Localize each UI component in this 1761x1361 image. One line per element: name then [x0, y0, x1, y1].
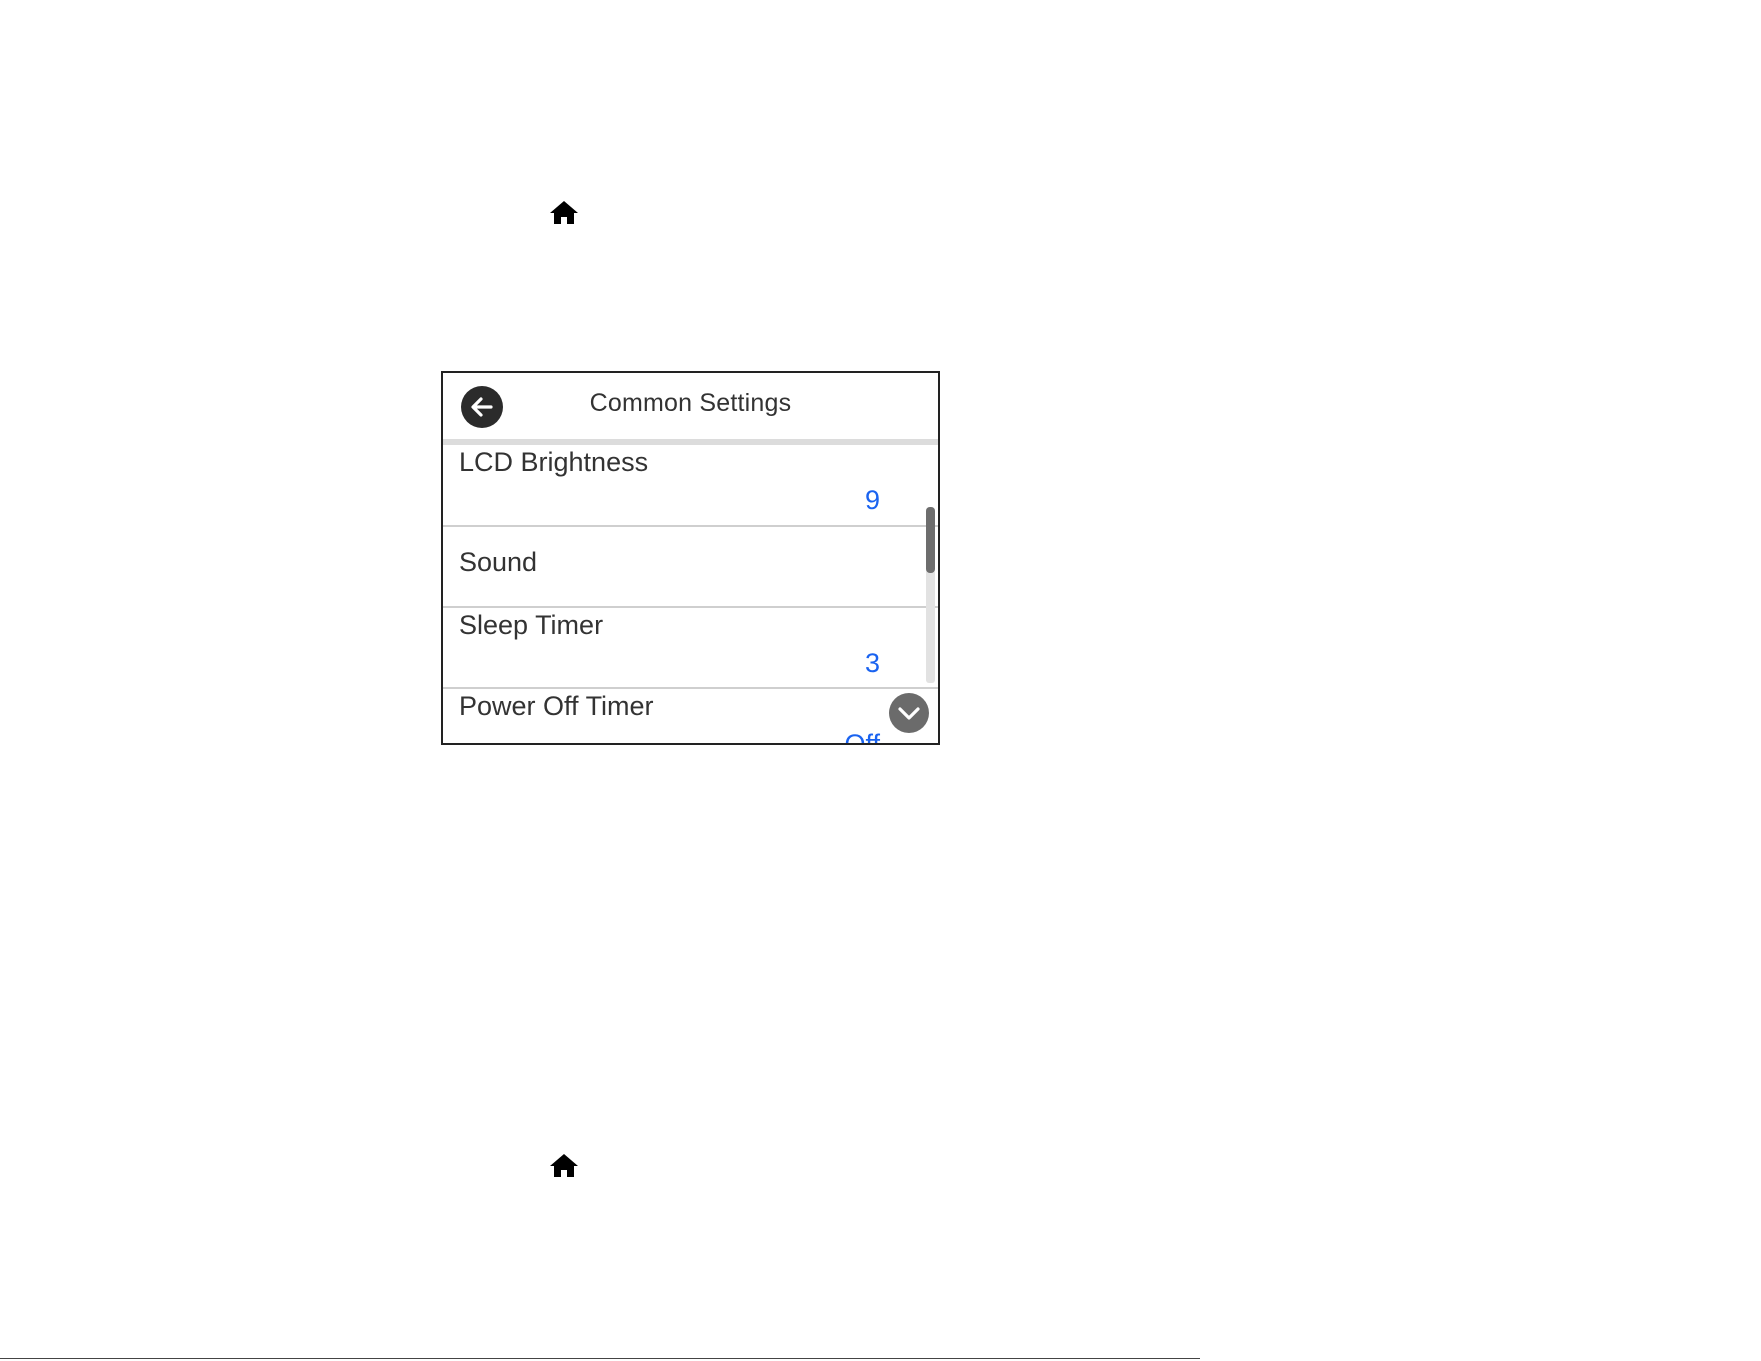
list-item-power-off-timer[interactable]: Power Off Timer Off	[443, 689, 938, 745]
list-item-value: 9	[864, 485, 880, 515]
list-item-lcd-brightness[interactable]: LCD Brightness 9	[443, 445, 938, 527]
page-divider	[0, 1358, 1200, 1359]
panel-title: Common Settings	[589, 389, 792, 417]
chevron-down-icon	[898, 707, 920, 720]
common-settings-screen: Common Settings LCD Brightness 9 Sound S…	[441, 371, 940, 745]
list-item-label: Power Off Timer	[459, 691, 654, 721]
list-item-label: LCD Brightness	[459, 447, 649, 477]
list-item-sleep-timer[interactable]: Sleep Timer 3	[443, 608, 938, 689]
list-item-label: Sound	[459, 547, 538, 577]
home-icon	[549, 199, 579, 225]
settings-list: LCD Brightness 9 Sound Sleep Timer 3 Pow…	[443, 445, 938, 745]
scrollbar[interactable]	[926, 507, 935, 683]
list-item-sound[interactable]: Sound	[443, 527, 938, 608]
list-item-value: 3	[864, 648, 880, 678]
list-item-value: Off	[844, 729, 880, 745]
scroll-down-button[interactable]	[889, 693, 929, 733]
home-icon	[549, 1152, 579, 1178]
panel-header: Common Settings	[443, 373, 938, 439]
scrollbar-thumb[interactable]	[926, 507, 935, 573]
list-item-label: Sleep Timer	[459, 610, 604, 640]
